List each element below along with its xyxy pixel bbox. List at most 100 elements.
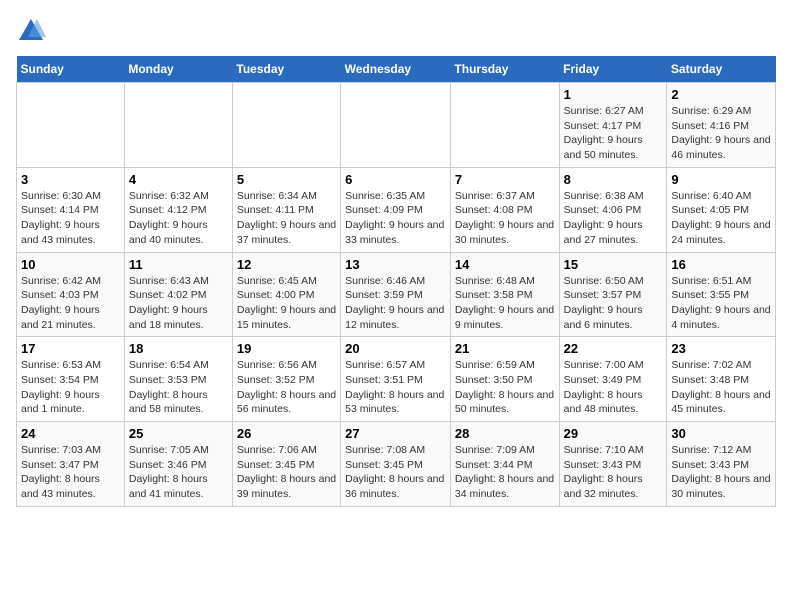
day-info: Sunrise: 6:51 AM Sunset: 3:55 PM Dayligh…: [671, 274, 771, 333]
day-number: 8: [564, 172, 663, 187]
day-number: 16: [671, 257, 771, 272]
day-cell: 23 Sunrise: 7:02 AM Sunset: 3:48 PM Dayli…: [667, 337, 776, 422]
day-info: Sunrise: 6:35 AM Sunset: 4:09 PM Dayligh…: [345, 189, 446, 248]
calendar-header: SundayMondayTuesdayWednesdayThursdayFrid…: [17, 56, 776, 83]
day-number: 19: [237, 341, 336, 356]
day-number: 2: [671, 87, 771, 102]
day-info: Sunrise: 6:56 AM Sunset: 3:52 PM Dayligh…: [237, 358, 336, 417]
day-cell: [341, 83, 451, 168]
day-info: Sunrise: 6:34 AM Sunset: 4:11 PM Dayligh…: [237, 189, 336, 248]
day-number: 3: [21, 172, 120, 187]
logo: [16, 16, 50, 46]
day-info: Sunrise: 7:09 AM Sunset: 3:44 PM Dayligh…: [455, 443, 555, 502]
day-number: 17: [21, 341, 120, 356]
day-info: Sunrise: 7:02 AM Sunset: 3:48 PM Dayligh…: [671, 358, 771, 417]
day-info: Sunrise: 6:59 AM Sunset: 3:50 PM Dayligh…: [455, 358, 555, 417]
day-cell: 18Sunrise: 6:54 AM Sunset: 3:53 PM Dayli…: [124, 337, 232, 422]
day-cell: 12 Sunrise: 6:45 AM Sunset: 4:00 PM Dayli…: [232, 252, 340, 337]
day-info: Sunrise: 7:08 AM Sunset: 3:45 PM Dayligh…: [345, 443, 446, 502]
day-info: Sunrise: 6:43 AM Sunset: 4:02 PM Dayligh…: [129, 274, 228, 333]
day-info: Sunrise: 7:10 AM Sunset: 3:43 PM Dayligh…: [564, 443, 663, 502]
day-cell: 2 Sunrise: 6:29 AM Sunset: 4:16 PM Daylig…: [667, 83, 776, 168]
day-cell: 7 Sunrise: 6:37 AM Sunset: 4:08 PM Daylig…: [450, 167, 559, 252]
day-info: Sunrise: 7:12 AM Sunset: 3:43 PM Dayligh…: [671, 443, 771, 502]
day-cell: 6 Sunrise: 6:35 AM Sunset: 4:09 PM Daylig…: [341, 167, 451, 252]
day-number: 13: [345, 257, 446, 272]
day-info: Sunrise: 7:03 AM Sunset: 3:47 PM Dayligh…: [21, 443, 120, 502]
day-number: 5: [237, 172, 336, 187]
day-cell: 8 Sunrise: 6:38 AM Sunset: 4:06 PM Daylig…: [559, 167, 667, 252]
day-cell: 25 Sunrise: 7:05 AM Sunset: 3:46 PM Dayli…: [124, 422, 232, 507]
day-number: 28: [455, 426, 555, 441]
day-info: Sunrise: 7:00 AM Sunset: 3:49 PM Dayligh…: [564, 358, 663, 417]
header-cell-friday: Friday: [559, 56, 667, 83]
day-cell: 21 Sunrise: 6:59 AM Sunset: 3:50 PM Dayli…: [450, 337, 559, 422]
day-info: Sunrise: 6:29 AM Sunset: 4:16 PM Dayligh…: [671, 104, 771, 163]
day-cell: 3Sunrise: 6:30 AM Sunset: 4:14 PM Daylig…: [17, 167, 125, 252]
header-cell-wednesday: Wednesday: [341, 56, 451, 83]
day-cell: 29 Sunrise: 7:10 AM Sunset: 3:43 PM Dayli…: [559, 422, 667, 507]
header-cell-monday: Monday: [124, 56, 232, 83]
day-number: 30: [671, 426, 771, 441]
day-info: Sunrise: 6:46 AM Sunset: 3:59 PM Dayligh…: [345, 274, 446, 333]
day-number: 14: [455, 257, 555, 272]
day-number: 29: [564, 426, 663, 441]
day-cell: [232, 83, 340, 168]
day-cell: 1 Sunrise: 6:27 AM Sunset: 4:17 PM Daylig…: [559, 83, 667, 168]
day-info: Sunrise: 7:06 AM Sunset: 3:45 PM Dayligh…: [237, 443, 336, 502]
day-cell: 30 Sunrise: 7:12 AM Sunset: 3:43 PM Dayli…: [667, 422, 776, 507]
day-number: 4: [129, 172, 228, 187]
day-cell: 14 Sunrise: 6:48 AM Sunset: 3:58 PM Dayli…: [450, 252, 559, 337]
day-number: 23: [671, 341, 771, 356]
day-number: 24: [21, 426, 120, 441]
day-cell: 16 Sunrise: 6:51 AM Sunset: 3:55 PM Dayli…: [667, 252, 776, 337]
day-info: Sunrise: 6:27 AM Sunset: 4:17 PM Dayligh…: [564, 104, 663, 163]
logo-icon: [16, 16, 46, 46]
week-row: 1 Sunrise: 6:27 AM Sunset: 4:17 PM Daylig…: [17, 83, 776, 168]
header-cell-thursday: Thursday: [450, 56, 559, 83]
day-info: Sunrise: 6:45 AM Sunset: 4:00 PM Dayligh…: [237, 274, 336, 333]
week-row: 3Sunrise: 6:30 AM Sunset: 4:14 PM Daylig…: [17, 167, 776, 252]
day-number: 26: [237, 426, 336, 441]
day-info: Sunrise: 6:32 AM Sunset: 4:12 PM Dayligh…: [129, 189, 228, 248]
calendar-body: 1 Sunrise: 6:27 AM Sunset: 4:17 PM Daylig…: [17, 83, 776, 507]
day-number: 21: [455, 341, 555, 356]
day-number: 27: [345, 426, 446, 441]
header-cell-sunday: Sunday: [17, 56, 125, 83]
day-cell: 20 Sunrise: 6:57 AM Sunset: 3:51 PM Dayli…: [341, 337, 451, 422]
day-cell: [17, 83, 125, 168]
day-number: 6: [345, 172, 446, 187]
day-info: Sunrise: 6:50 AM Sunset: 3:57 PM Dayligh…: [564, 274, 663, 333]
day-info: Sunrise: 6:57 AM Sunset: 3:51 PM Dayligh…: [345, 358, 446, 417]
day-number: 7: [455, 172, 555, 187]
day-number: 1: [564, 87, 663, 102]
day-info: Sunrise: 6:38 AM Sunset: 4:06 PM Dayligh…: [564, 189, 663, 248]
day-info: Sunrise: 7:05 AM Sunset: 3:46 PM Dayligh…: [129, 443, 228, 502]
calendar-table: SundayMondayTuesdayWednesdayThursdayFrid…: [16, 56, 776, 507]
day-number: 20: [345, 341, 446, 356]
day-number: 25: [129, 426, 228, 441]
day-info: Sunrise: 6:53 AM Sunset: 3:54 PM Dayligh…: [21, 358, 120, 417]
day-cell: 13 Sunrise: 6:46 AM Sunset: 3:59 PM Dayli…: [341, 252, 451, 337]
day-info: Sunrise: 6:37 AM Sunset: 4:08 PM Dayligh…: [455, 189, 555, 248]
day-number: 22: [564, 341, 663, 356]
day-info: Sunrise: 6:48 AM Sunset: 3:58 PM Dayligh…: [455, 274, 555, 333]
day-number: 18: [129, 341, 228, 356]
day-cell: 28 Sunrise: 7:09 AM Sunset: 3:44 PM Dayli…: [450, 422, 559, 507]
day-number: 15: [564, 257, 663, 272]
day-cell: 24 Sunrise: 7:03 AM Sunset: 3:47 PM Dayli…: [17, 422, 125, 507]
day-cell: 5 Sunrise: 6:34 AM Sunset: 4:11 PM Daylig…: [232, 167, 340, 252]
day-info: Sunrise: 6:42 AM Sunset: 4:03 PM Dayligh…: [21, 274, 120, 333]
day-number: 10: [21, 257, 120, 272]
day-number: 9: [671, 172, 771, 187]
day-cell: 10 Sunrise: 6:42 AM Sunset: 4:03 PM Dayli…: [17, 252, 125, 337]
day-cell: 4 Sunrise: 6:32 AM Sunset: 4:12 PM Daylig…: [124, 167, 232, 252]
day-number: 11: [129, 257, 228, 272]
week-row: 17 Sunrise: 6:53 AM Sunset: 3:54 PM Dayli…: [17, 337, 776, 422]
day-cell: 27 Sunrise: 7:08 AM Sunset: 3:45 PM Dayli…: [341, 422, 451, 507]
header-row: SundayMondayTuesdayWednesdayThursdayFrid…: [17, 56, 776, 83]
week-row: 10 Sunrise: 6:42 AM Sunset: 4:03 PM Dayli…: [17, 252, 776, 337]
day-cell: [450, 83, 559, 168]
day-number: 12: [237, 257, 336, 272]
week-row: 24 Sunrise: 7:03 AM Sunset: 3:47 PM Dayli…: [17, 422, 776, 507]
